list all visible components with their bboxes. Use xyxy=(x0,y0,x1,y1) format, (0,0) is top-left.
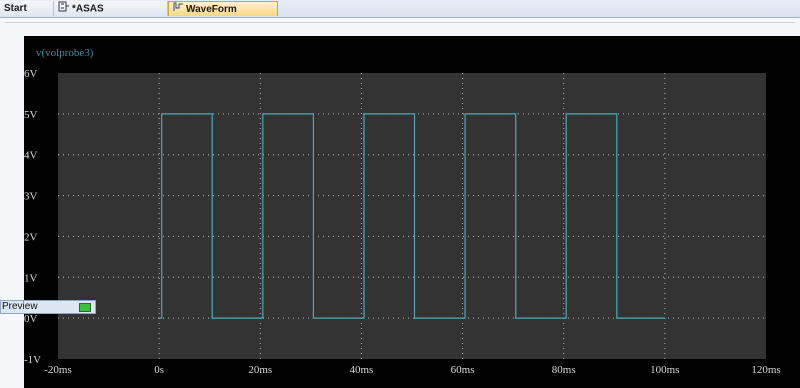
plot-area xyxy=(58,73,766,359)
tab-asas[interactable]: *ASAS xyxy=(54,1,168,16)
x-tick-label: 40ms xyxy=(350,364,374,376)
preview-label: Preview xyxy=(2,301,38,312)
panel-divider xyxy=(5,22,795,23)
y-tick-label: 4V xyxy=(24,150,38,162)
tab-start[interactable]: Start xyxy=(0,1,54,16)
tab-asas-label: *ASAS xyxy=(72,3,104,15)
schematic-icon xyxy=(58,1,70,17)
y-tick-label: 3V xyxy=(24,191,38,203)
y-tick-label: 5V xyxy=(24,109,38,121)
x-tick-label: 120ms xyxy=(751,364,780,376)
x-tick-label: -20ms xyxy=(44,364,72,376)
preview-toggle-icon[interactable] xyxy=(79,303,91,312)
waveform-icon xyxy=(173,2,184,17)
tab-waveform[interactable]: WaveForm xyxy=(168,1,278,16)
x-tick-label: 0s xyxy=(154,364,164,376)
plot-frame: -20ms 0s 20ms 40ms 60ms 80ms 100ms 120ms -1V 0V 1V… xyxy=(24,36,800,388)
y-tick-label: -1V xyxy=(24,354,41,366)
x-tick-label: 60ms xyxy=(451,364,475,376)
tab-bar: Start *ASAS WaveForm xyxy=(0,0,800,18)
tab-start-label: Start xyxy=(4,3,27,14)
waveform-chart: -20ms 0s 20ms 40ms 60ms 80ms 100ms 120ms -1V 0V 1V… xyxy=(24,47,781,376)
x-tick-label: 80ms xyxy=(552,364,576,376)
y-tick-label: 1V xyxy=(24,272,38,284)
preview-panel[interactable]: Preview xyxy=(0,300,96,314)
x-tick-label: 20ms xyxy=(248,364,272,376)
y-tick-label: 6V xyxy=(24,68,38,80)
tab-waveform-label: WaveForm xyxy=(186,4,237,16)
y-tick-label: 2V xyxy=(24,231,38,243)
x-tick-label: 100ms xyxy=(650,364,679,376)
y-tick-label: 0V xyxy=(24,313,38,325)
chart-title: v(volprobe3) xyxy=(36,47,94,59)
